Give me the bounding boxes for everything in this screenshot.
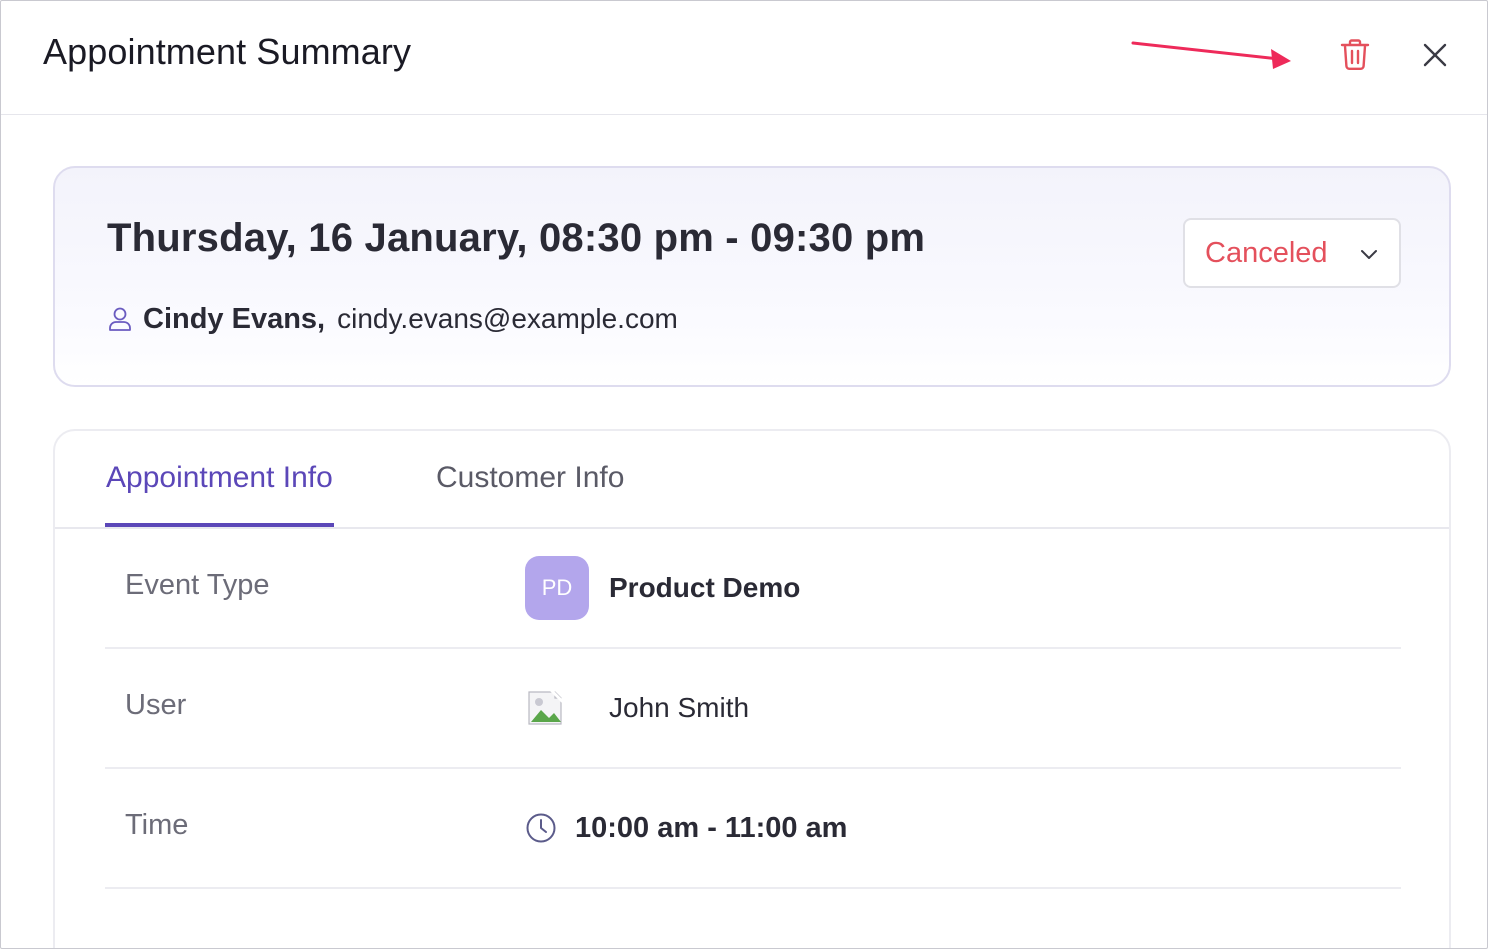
time-value-wrap: 10:00 am - 11:00 am — [525, 769, 847, 887]
appointment-datetime: Thursday, 16 January, 08:30 pm - 09:30 p… — [107, 216, 926, 260]
appointment-details-card: Appointment Info Customer Info Event Typ… — [53, 429, 1451, 948]
event-type-value: PD Product Demo — [525, 529, 800, 647]
time-label: Time — [125, 809, 189, 841]
contact-line: Cindy Evans, cindy.evans@example.com — [107, 302, 678, 336]
tab-customer-info[interactable]: Customer Info — [436, 461, 624, 527]
tab-appointment-info[interactable]: Appointment Info — [105, 461, 334, 527]
chevron-down-icon — [1359, 244, 1379, 264]
broken-image-icon — [525, 686, 569, 730]
event-name: Product Demo — [609, 572, 801, 603]
contact-email: cindy.evans@example.com — [337, 303, 678, 334]
user-name: John Smith — [609, 692, 750, 723]
person-icon — [107, 306, 133, 332]
close-icon — [1423, 43, 1447, 67]
event-type-row: Event Type PD Product Demo — [105, 529, 1401, 649]
delete-button[interactable] — [1335, 35, 1375, 75]
appointment-summary-card: Thursday, 16 January, 08:30 pm - 09:30 p… — [53, 166, 1451, 387]
trash-icon — [1340, 39, 1370, 71]
user-value: John Smith — [525, 649, 749, 767]
time-value: 10:00 am - 11:00 am — [575, 811, 848, 844]
status-dropdown[interactable]: Canceled — [1183, 218, 1401, 288]
contact-name: Cindy Evans, — [143, 302, 326, 335]
annotation-arrow-icon — [1131, 41, 1291, 69]
clock-icon — [525, 812, 557, 844]
user-label: User — [125, 689, 187, 721]
dialog-title: Appointment Summary — [43, 31, 412, 72]
time-row: Time 10:00 am - 11:00 am — [105, 769, 1401, 889]
event-type-label: Event Type — [125, 569, 270, 601]
user-row: User John Smith — [105, 649, 1401, 769]
tab-bar: Appointment Info Customer Info — [55, 431, 1449, 529]
status-value: Canceled — [1205, 236, 1328, 269]
appointment-summary-dialog: Appointment Summary Thursday, 16 January… — [0, 0, 1488, 949]
close-button[interactable] — [1415, 35, 1455, 75]
dialog-header: Appointment Summary — [1, 1, 1487, 115]
event-avatar: PD — [525, 556, 589, 620]
